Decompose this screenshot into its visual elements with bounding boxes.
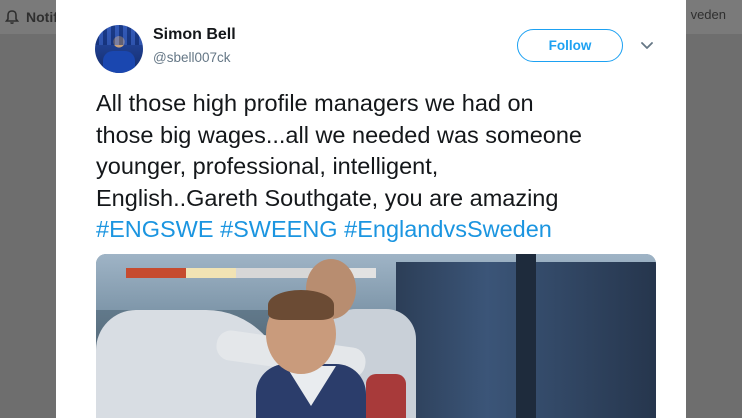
- hashtag-link[interactable]: #EnglandvsSweden: [344, 216, 552, 242]
- tweet-text-line: those big wages...all we needed was some…: [96, 121, 582, 148]
- tweet-text-line: younger, professional, intelligent,: [96, 153, 439, 179]
- avatar-shirt: [103, 51, 135, 73]
- hashtag-link[interactable]: #ENGSWE: [96, 216, 214, 242]
- author-name[interactable]: Simon Bell: [153, 26, 236, 44]
- chevron-down-icon[interactable]: [639, 38, 655, 54]
- author-handle[interactable]: @sbell007ck: [153, 50, 231, 65]
- background-right-label: veden: [690, 7, 726, 22]
- tweet-text-line: All those high profile managers we had o…: [96, 90, 534, 116]
- avatar-crowd: [95, 25, 143, 45]
- tweet-card: Simon Bell @sbell007ck Follow All those …: [56, 0, 686, 418]
- tweet-media-image[interactable]: [96, 254, 656, 418]
- avatar[interactable]: [95, 25, 143, 73]
- hashtag-line: #ENGSWE #SWEENG #EnglandvsSweden: [96, 214, 656, 246]
- bell-icon: [4, 9, 20, 25]
- tweet-text-line: English..Gareth Southgate, you are amazi…: [96, 184, 559, 211]
- follow-button[interactable]: Follow: [517, 29, 623, 62]
- media-person-center-hair: [268, 290, 334, 320]
- media-scorebar: [126, 268, 326, 278]
- tweet-text: All those high profile managers we had o…: [96, 88, 656, 246]
- background-notifications-tab[interactable]: Notifi: [0, 0, 62, 34]
- media-red-patch: [366, 374, 406, 418]
- media-dugout-edge: [516, 254, 536, 418]
- hashtag-link[interactable]: #SWEENG: [220, 216, 338, 242]
